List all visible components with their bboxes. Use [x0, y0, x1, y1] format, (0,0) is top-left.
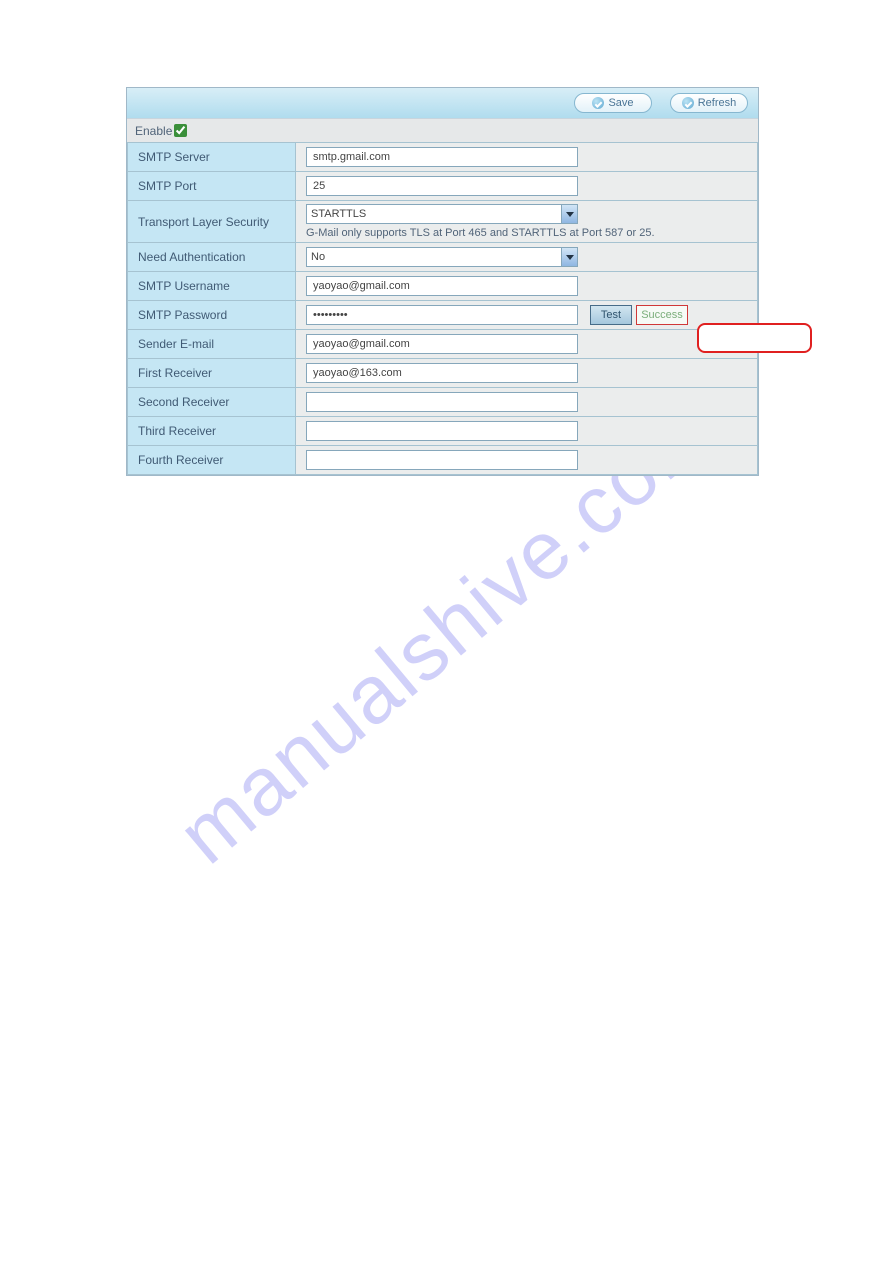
save-icon [592, 97, 604, 109]
smtp-password-input[interactable] [306, 305, 578, 325]
save-label: Save [608, 97, 633, 109]
mail-settings-panel: Save Refresh Enable SMTP Server SMTP Por… [126, 87, 759, 476]
refresh-icon [682, 97, 694, 109]
test-button[interactable]: Test [590, 305, 632, 325]
enable-row: Enable [127, 118, 758, 142]
tls-select-value: STARTTLS [311, 208, 366, 220]
smtp-port-input[interactable] [306, 176, 578, 196]
first-receiver-label: First Receiver [128, 359, 296, 388]
smtp-password-label: SMTP Password [128, 301, 296, 330]
sender-email-input[interactable] [306, 334, 578, 354]
need-auth-select[interactable]: No [306, 247, 578, 267]
fourth-receiver-label: Fourth Receiver [128, 446, 296, 475]
third-receiver-input[interactable] [306, 421, 578, 441]
toolbar: Save Refresh [127, 88, 758, 118]
tls-label: Transport Layer Security [128, 201, 296, 243]
enable-checkbox[interactable] [174, 124, 187, 137]
smtp-server-input[interactable] [306, 147, 578, 167]
test-result-badge: Success [636, 305, 688, 325]
chevron-down-icon [561, 205, 577, 223]
first-receiver-input[interactable] [306, 363, 578, 383]
save-button[interactable]: Save [574, 93, 652, 113]
refresh-label: Refresh [698, 97, 737, 109]
settings-table: SMTP Server SMTP Port Transport Layer Se… [127, 142, 758, 475]
need-auth-value: No [311, 251, 325, 263]
smtp-port-label: SMTP Port [128, 172, 296, 201]
tls-select[interactable]: STARTTLS [306, 204, 578, 224]
smtp-username-input[interactable] [306, 276, 578, 296]
enable-label: Enable [135, 124, 172, 138]
third-receiver-label: Third Receiver [128, 417, 296, 446]
second-receiver-label: Second Receiver [128, 388, 296, 417]
annotation-callout [697, 323, 812, 353]
smtp-username-label: SMTP Username [128, 272, 296, 301]
refresh-button[interactable]: Refresh [670, 93, 748, 113]
need-auth-label: Need Authentication [128, 243, 296, 272]
chevron-down-icon [561, 248, 577, 266]
smtp-server-label: SMTP Server [128, 143, 296, 172]
fourth-receiver-input[interactable] [306, 450, 578, 470]
tls-hint: G-Mail only supports TLS at Port 465 and… [306, 227, 747, 239]
second-receiver-input[interactable] [306, 392, 578, 412]
sender-email-label: Sender E-mail [128, 330, 296, 359]
